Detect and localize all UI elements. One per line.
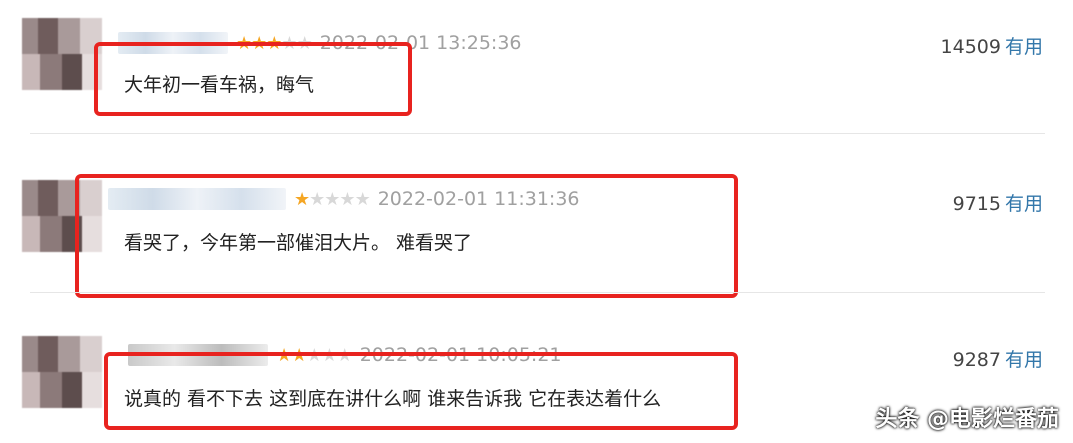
helpful-button[interactable]: 有用 xyxy=(1005,349,1043,371)
highlight-box xyxy=(75,174,738,298)
helpful-count: 14509 xyxy=(940,36,1001,58)
helpful-count: 9715 xyxy=(952,193,1001,215)
helpful-counter: 9287 有用 xyxy=(953,345,1043,372)
helpful-button[interactable]: 有用 xyxy=(1005,193,1043,215)
highlight-box xyxy=(104,352,738,430)
helpful-counter: 14509 有用 xyxy=(941,32,1043,59)
watermark-text: 头条 @电影烂番茄 xyxy=(875,407,1059,432)
helpful-count: 9287 xyxy=(952,349,1001,371)
avatar[interactable] xyxy=(22,18,102,90)
helpful-button[interactable]: 有用 xyxy=(1005,36,1043,58)
divider xyxy=(30,133,1045,134)
divider xyxy=(30,292,1045,293)
highlight-box xyxy=(94,42,412,116)
helpful-counter: 9715 有用 xyxy=(953,189,1043,216)
avatar[interactable] xyxy=(22,336,102,408)
